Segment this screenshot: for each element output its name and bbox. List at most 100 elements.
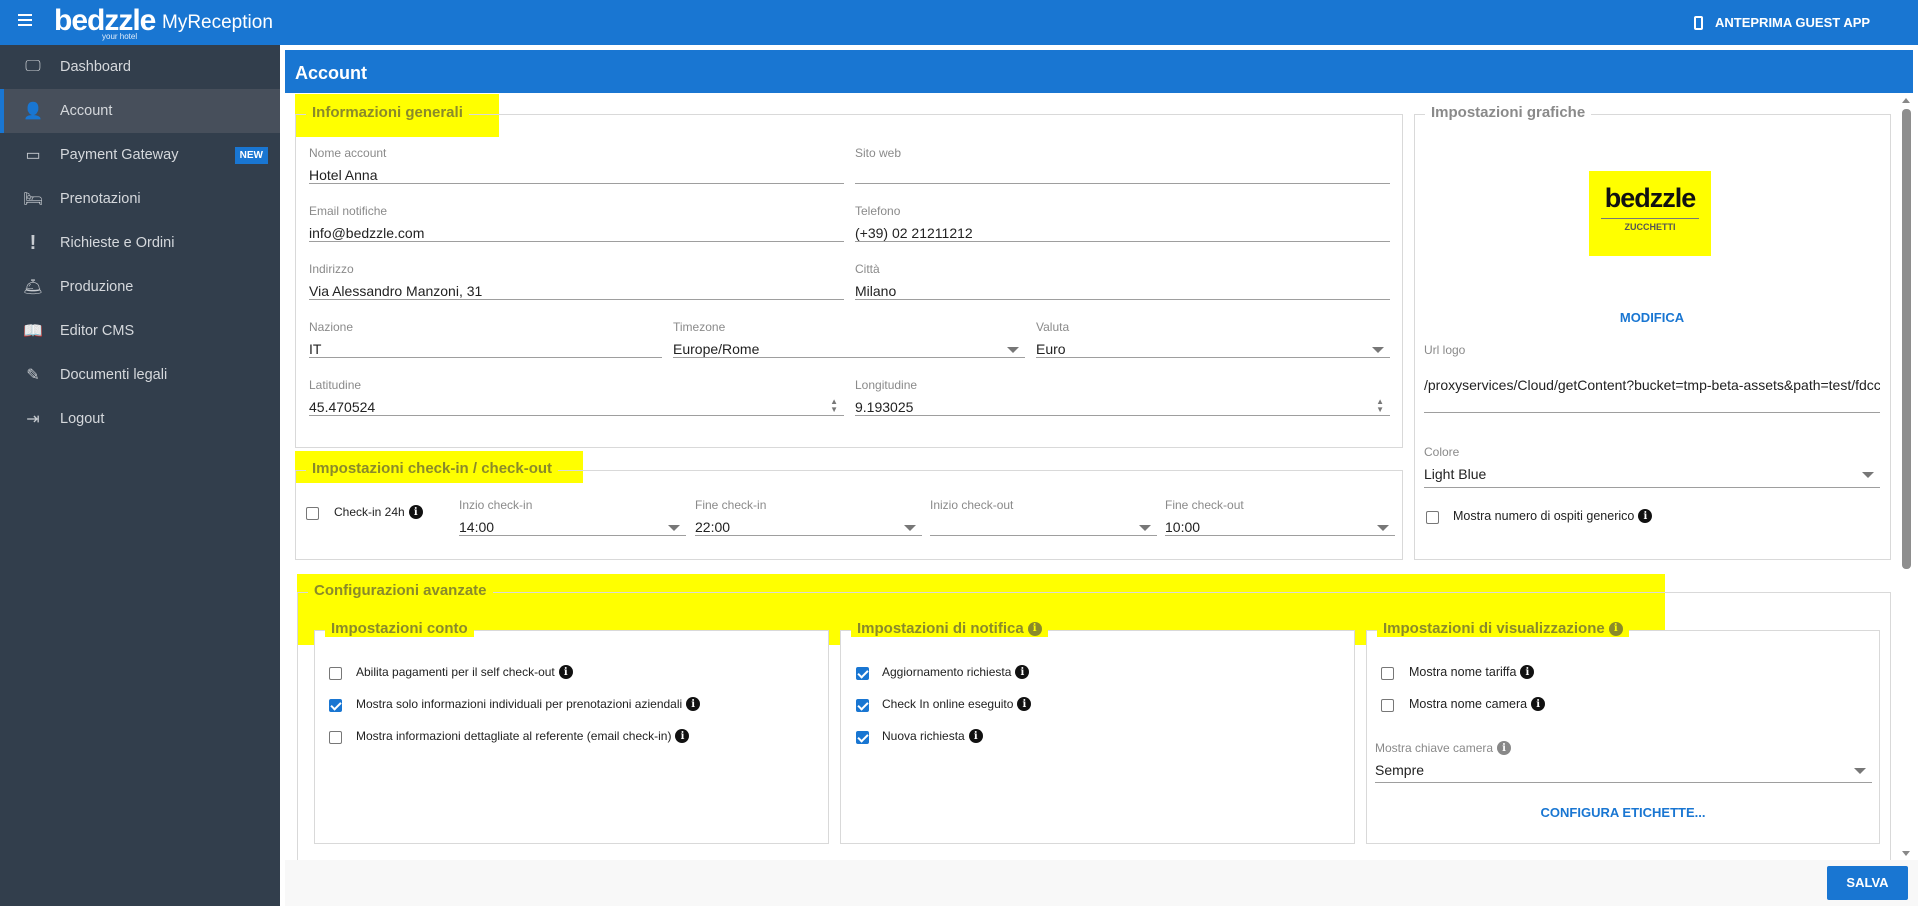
- configure-labels-button[interactable]: CONFIGURA ETICHETTE...: [1541, 805, 1706, 820]
- field-value[interactable]: /proxyservices/Cloud/getContent?bucket=t…: [1424, 377, 1880, 393]
- info-icon[interactable]: i: [408, 505, 423, 519]
- logo-url-field[interactable]: Url logo/proxyservices/Cloud/getContent?…: [1424, 343, 1880, 413]
- info-icon[interactable]: i: [1520, 665, 1535, 679]
- info-icon[interactable]: i: [1608, 621, 1623, 636]
- room-key-select[interactable]: Mostra chiave camera i Sempre: [1375, 741, 1872, 783]
- section-legend: Impostazioni di visualizzazione i: [1377, 620, 1629, 637]
- address-field[interactable]: Indirizzo Via Alessandro Manzoni, 31: [309, 262, 844, 300]
- currency-select[interactable]: Valuta Euro: [1036, 320, 1390, 358]
- info-icon[interactable]: i: [1015, 665, 1030, 679]
- field-value[interactable]: 9.193025: [855, 399, 1390, 415]
- generic-guests-label: Mostra numero di ospiti generico i: [1453, 509, 1653, 523]
- sidebar-item-label: Documenti legali: [60, 367, 168, 383]
- field-label: Email notifiche: [309, 204, 388, 218]
- checkbox-detailed-info[interactable]: [329, 731, 342, 744]
- field-value[interactable]: Light Blue: [1424, 466, 1880, 482]
- timezone-select[interactable]: Timezone Europe/Rome: [673, 320, 1025, 358]
- longitude-field[interactable]: Longitudine 9.193025 ▲ ▼: [855, 378, 1390, 416]
- checkbox-new-request[interactable]: [856, 731, 869, 744]
- scroll-down-icon[interactable]: [1902, 851, 1910, 856]
- field-value[interactable]: 45.470524: [309, 399, 844, 415]
- info-icon[interactable]: i: [1027, 621, 1042, 636]
- field-value[interactable]: Via Alessandro Manzoni, 31: [309, 283, 844, 299]
- field-label: Inizio check-out: [930, 498, 1014, 512]
- city-field[interactable]: Città Milano: [855, 262, 1390, 300]
- field-value[interactable]: IT: [309, 341, 662, 357]
- checkbox-request-update[interactable]: [856, 667, 869, 680]
- scroll-thumb[interactable]: [1902, 109, 1911, 569]
- phone-field[interactable]: Telefono (+39) 02 21211212: [855, 204, 1390, 242]
- checkbox-show-room-name[interactable]: [1381, 699, 1394, 712]
- sidebar-item-documenti[interactable]: ✎ Documenti legali: [0, 353, 280, 397]
- checkout-start-select[interactable]: Inizio check-out: [930, 498, 1157, 536]
- sidebar-item-richieste[interactable]: ! Richieste e Ordini: [0, 221, 280, 265]
- color-select[interactable]: Colore Light Blue: [1424, 445, 1880, 488]
- generic-guests-checkbox[interactable]: [1426, 511, 1439, 524]
- info-icon[interactable]: i: [968, 729, 983, 743]
- field-label: Sito web: [855, 146, 902, 160]
- sidebar-item-label: Produzione: [60, 279, 134, 295]
- checkbox-label: Mostra informazioni dettagliate al refer…: [356, 729, 690, 743]
- field-value[interactable]: Hotel Anna: [309, 167, 844, 183]
- sidebar-item-logout[interactable]: ⇥ Logout: [0, 397, 280, 441]
- field-value[interactable]: (+39) 02 21211212: [855, 225, 1390, 241]
- field-value[interactable]: Europe/Rome: [673, 341, 1025, 357]
- checkbox-individual-info[interactable]: [329, 699, 342, 712]
- scrollbar[interactable]: [1899, 95, 1913, 860]
- sidebar-item-account[interactable]: 👤 Account: [0, 89, 280, 133]
- new-badge: NEW: [234, 146, 268, 164]
- save-button[interactable]: SALVA: [1827, 866, 1908, 900]
- field-value[interactable]: 22:00: [695, 519, 922, 535]
- number-spinner-icon[interactable]: ▲ ▼: [830, 398, 838, 414]
- sidebar-item-dashboard[interactable]: 🖵 Dashboard: [0, 45, 280, 89]
- checkin-end-select[interactable]: Fine check-in 22:00: [695, 498, 922, 536]
- field-label: Fine check-out: [1165, 498, 1244, 512]
- chevron-down-icon: [1007, 347, 1019, 353]
- section-legend: Impostazioni di notifica i: [851, 620, 1048, 637]
- checkbox-label: Mostra solo informazioni individuali per…: [356, 697, 701, 711]
- field-value[interactable]: Euro: [1036, 341, 1390, 357]
- field-value[interactable]: Milano: [855, 283, 1390, 299]
- section-legend: Configurazioni avanzate: [308, 582, 493, 599]
- info-icon[interactable]: i: [558, 665, 573, 679]
- preview-label: ANTEPRIMA GUEST APP: [1715, 15, 1871, 30]
- chevron-down-icon: [1139, 525, 1151, 531]
- hamburger-menu-icon[interactable]: [18, 14, 32, 26]
- info-icon[interactable]: i: [1638, 509, 1653, 523]
- chevron-down-icon: [1862, 472, 1874, 478]
- checkout-end-select[interactable]: Fine check-out 10:00: [1165, 498, 1395, 536]
- number-spinner-icon[interactable]: ▲ ▼: [1376, 398, 1384, 414]
- chevron-down-icon: [668, 525, 680, 531]
- section-legend: Impostazioni grafiche: [1425, 104, 1592, 121]
- field-value[interactable]: Sempre: [1375, 762, 1872, 778]
- exclamation-icon: !: [29, 231, 37, 254]
- checkbox-self-checkout-payments[interactable]: [329, 667, 342, 680]
- info-icon[interactable]: i: [1017, 697, 1032, 711]
- info-icon[interactable]: i: [1497, 741, 1512, 755]
- country-field[interactable]: Nazione IT: [309, 320, 662, 358]
- field-value[interactable]: info@bedzzle.com: [309, 225, 844, 241]
- edit-logo-button[interactable]: MODIFICA: [1620, 310, 1684, 325]
- sidebar-item-editor-cms[interactable]: 📖 Editor CMS: [0, 309, 280, 353]
- account-name-field[interactable]: Nome account Hotel Anna: [309, 146, 844, 184]
- website-field[interactable]: Sito web: [855, 146, 1390, 184]
- sidebar-item-prenotazioni[interactable]: 🛏 Prenotazioni: [0, 177, 280, 221]
- email-field[interactable]: Email notifiche info@bedzzle.com: [309, 204, 844, 242]
- checkin-start-select[interactable]: Inzio check-in 14:00: [459, 498, 686, 536]
- checkbox-online-checkin[interactable]: [856, 699, 869, 712]
- field-value[interactable]: 10:00: [1165, 519, 1395, 535]
- field-value[interactable]: 14:00: [459, 519, 686, 535]
- info-icon[interactable]: i: [686, 697, 701, 711]
- latitude-field[interactable]: Latitudine 45.470524 ▲ ▼: [309, 378, 844, 416]
- preview-guest-app-button[interactable]: ANTEPRIMA GUEST APP: [1694, 15, 1870, 30]
- sidebar-item-label: Payment Gateway: [60, 147, 179, 163]
- section-legend: Impostazioni conto: [325, 620, 474, 637]
- scroll-up-icon[interactable]: [1902, 98, 1910, 103]
- checkin-24h-checkbox[interactable]: [306, 507, 319, 520]
- sidebar-item-produzione[interactable]: 🛎 Produzione: [0, 265, 280, 309]
- sidebar-item-payment-gateway[interactable]: ▭ Payment Gateway NEW: [0, 133, 280, 177]
- info-icon[interactable]: i: [1531, 697, 1546, 711]
- checkbox-label: Nuova richiesta i: [882, 729, 983, 743]
- info-icon[interactable]: i: [675, 729, 690, 743]
- checkbox-show-rate-name[interactable]: [1381, 667, 1394, 680]
